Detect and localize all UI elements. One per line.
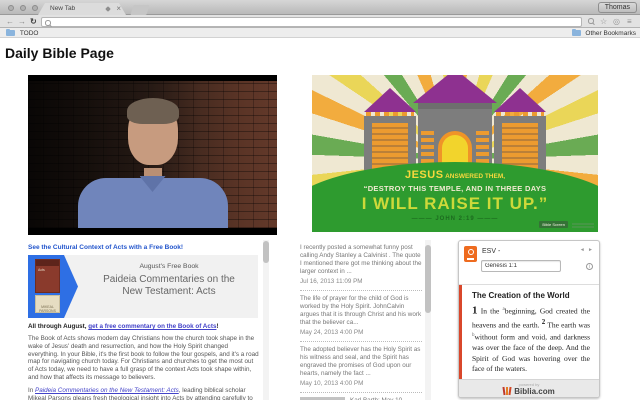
biblia-logo-icon [502,386,512,397]
extension-icon[interactable]: ◎ [613,17,620,27]
browser-toolbar: ← → ↻ ☆ ◎ ≡ [0,15,640,28]
roof-right [494,88,546,112]
post-item[interactable]: The life of prayer for the child of God … [300,291,422,342]
page-title: Daily Bible Page [5,45,114,61]
profile-button[interactable]: Thomas [597,1,637,13]
new-tab-button[interactable] [130,5,150,15]
bible-passage: The Creation of the World 1 In the abegi… [459,285,599,379]
verse-number: 2 [541,318,546,326]
watermark-badge: Bible Screen [539,221,568,228]
left-panel-scrollbar[interactable] [263,240,269,400]
post-date: Jul 16, 2013 11:09 PM [300,278,363,285]
book-covers: Acts MIKEAL PARSONS [28,255,80,318]
scrollbar-thumb[interactable] [425,245,431,313]
folder-icon [6,28,15,36]
window-titlebar: New Tab × Thomas [0,0,640,15]
roof-center [413,75,497,103]
bookmarks-bar: TODO Other Bookmarks [0,28,640,38]
folder-icon [571,28,581,36]
tab-title: New Tab [50,5,76,12]
card-title: Paideia Commentaries on the New Testamen… [103,274,235,297]
window-minimize-button[interactable] [20,4,26,11]
chapter-nav-arrows[interactable]: ◄ ► [580,247,594,253]
promo-line: All through August, get a free commentar… [28,323,219,330]
post-date: May 10, 2013 4:00 PM [300,380,364,387]
biblia-brand[interactable]: Biblia.com [459,386,599,397]
video-player[interactable] [28,75,277,235]
reload-icon[interactable]: ↻ [30,15,37,28]
address-bar[interactable] [41,17,582,27]
passage-heading: The Creation of the World [472,291,570,300]
window-close-button[interactable] [8,4,14,11]
banner-line3: I WILL RAISE IT UP.” [361,194,549,213]
video-frame [28,81,277,228]
browser-window: New Tab × Thomas ← → ↻ ☆ ◎ ≡ TODO Other … [0,0,640,400]
info-icon[interactable]: i [586,263,593,270]
passage-text: 1 In the abeginning, God created the hea… [472,304,590,373]
banner-line2: “DESTROY THIS TEMPLE, AND IN THREE DAYS [363,184,547,193]
article-paragraph-1: The Book of Acts shows modern day Christ… [28,335,259,381]
free-commentary-link[interactable]: get a free commentary on the Book of Act… [88,323,216,330]
address-input[interactable] [54,18,454,26]
bible-widget-footer: powered by Biblia.com [459,379,599,397]
banner-line1-rest: ANSWERED THEM, [443,173,506,180]
tab-close-icon[interactable]: × [116,3,121,15]
banner-word-jesus: JESUS [404,169,444,181]
card-eyebrow: August's Free Book [139,263,199,270]
posts-panel: I recently posted a somewhat funny post … [299,240,432,400]
version-selector[interactable]: ESV - [482,248,500,255]
pin-icon[interactable] [105,6,111,12]
scrollbar-thumb[interactable] [263,241,269,263]
bible-widget-header: ESV - ◄ ► i [459,241,599,285]
book-cover-acts: Acts [35,259,60,293]
faithlife-logo-icon [464,246,477,262]
bible-widget: ESV - ◄ ► i The Creation of the World 1 … [458,240,600,398]
paideia-link[interactable]: Paideia Commentaries on the New Testamen… [35,387,179,394]
page-content: Daily Bible Page JESUS ANSWERED THEM, “D… [0,38,640,400]
menu-icon[interactable]: ≡ [627,17,632,27]
search-icon [45,20,51,26]
banner-text: JESUS ANSWERED THEM, “DESTROY THIS TEMPL… [312,165,598,222]
bookmark-star-icon[interactable]: ☆ [600,17,607,27]
reference-input[interactable] [481,260,561,272]
free-book-link[interactable]: See the Cultural Context of Acts with a … [28,244,260,251]
posts-panel-scrollbar[interactable] [425,240,431,400]
roof-left [364,88,416,112]
post-item[interactable]: Karl Barth: May 10, 1886–1968 Karl Barth… [300,393,422,400]
verse-number: 1 [472,304,478,317]
article-paragraph-2: In Paideia Commentaries on the New Testa… [28,386,253,400]
post-date: May 24, 2013 4:00 PM [300,329,364,336]
post-item[interactable]: I recently posted a somewhat funny post … [300,240,422,291]
verse-art-banner[interactable]: JESUS ANSWERED THEM, “DESTROY THIS TEMPL… [312,75,598,232]
browser-tab[interactable]: New Tab × [38,3,126,15]
zoom-icon[interactable] [588,18,594,24]
free-book-card[interactable]: Acts MIKEAL PARSONS August's Free Book P… [28,255,258,318]
forward-icon[interactable]: → [18,15,26,28]
article-panel: See the Cultural Context of Acts with a … [28,240,270,400]
speaker-figure [126,98,179,165]
window-maximize-button[interactable] [32,4,38,11]
back-icon[interactable]: ← [6,15,14,28]
bookmark-folder-other[interactable]: Other Bookmarks [571,28,636,37]
bookmark-folder-todo[interactable]: TODO [6,28,38,37]
book-cover-parsons: MIKEAL PARSONS [35,295,60,313]
post-item[interactable]: The adopted believer has the Holy Spirit… [300,342,422,393]
watermark-lines [572,221,594,228]
